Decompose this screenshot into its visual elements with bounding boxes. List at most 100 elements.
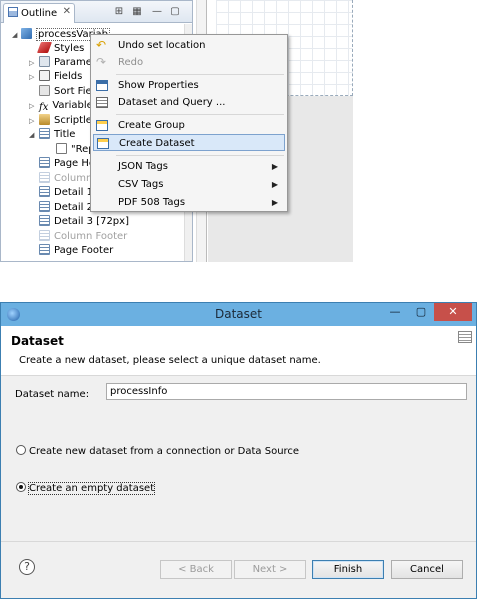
tree-item-parameters[interactable]: ▷ Paramet xyxy=(29,56,96,70)
outline-icon xyxy=(8,7,18,17)
tree-item-label: Variable xyxy=(52,100,93,111)
band-icon xyxy=(39,215,50,226)
dialog-header: Dataset Create a new dataset, please sel… xyxy=(1,326,476,376)
tree-item-column-footer[interactable]: Column Footer xyxy=(39,230,127,244)
view-menu-icon[interactable]: ▦ xyxy=(131,6,143,18)
close-icon[interactable]: ✕ xyxy=(63,6,71,17)
tree-item-label: Page Footer xyxy=(54,245,114,256)
tree-item-label: Detail 1 xyxy=(54,187,93,198)
radio-label: Create new dataset from a connection or … xyxy=(29,446,300,457)
tree-item-label: Styles xyxy=(54,43,85,54)
submenu-arrow-icon: ▶ xyxy=(271,180,278,189)
minimize-icon[interactable]: — xyxy=(151,6,163,18)
tree-item-detail-3[interactable]: Detail 3 [72px] xyxy=(39,215,129,229)
band-icon xyxy=(39,128,50,139)
report-icon xyxy=(21,28,32,39)
tree-item-detail-2[interactable]: Detail 2 xyxy=(39,201,93,215)
dataset-name-label: Dataset name: xyxy=(15,389,90,400)
menu-item-create-dataset[interactable]: Create Dataset xyxy=(93,134,285,151)
dialog-footer: ? < Back Next > Finish Cancel xyxy=(1,541,476,598)
menu-item-show-properties[interactable]: Show Properties xyxy=(93,77,285,94)
menu-separator xyxy=(116,74,284,75)
tree-item-column-header[interactable]: Column xyxy=(39,172,92,186)
menu-item-undo[interactable]: ↶ Undo set location xyxy=(93,37,285,54)
collapse-twisty-icon[interactable]: ◢ xyxy=(12,28,17,42)
dataset-query-icon xyxy=(96,97,108,108)
undo-icon: ↶ xyxy=(96,38,107,52)
create-group-icon xyxy=(96,120,108,131)
tree-item-fields[interactable]: ▷ Fields xyxy=(29,70,83,84)
back-button[interactable]: < Back xyxy=(160,560,232,579)
dataset-banner-icon xyxy=(458,331,472,343)
scriptlets-icon xyxy=(39,114,50,125)
menu-item-json-tags[interactable]: JSON Tags ▶ xyxy=(93,158,285,175)
next-button[interactable]: Next > xyxy=(234,560,306,579)
menu-item-pdf-508-tags[interactable]: PDF 508 Tags ▶ xyxy=(93,194,285,211)
menu-item-label: PDF 508 Tags xyxy=(118,197,186,208)
tree-item-label: Column Footer xyxy=(54,231,128,242)
dialog-title-bar[interactable]: Dataset — ▢ ✕ xyxy=(1,303,476,326)
help-icon[interactable]: ? xyxy=(19,559,35,575)
expand-twisty-icon[interactable]: ▷ xyxy=(29,70,34,84)
cancel-button[interactable]: Cancel xyxy=(391,560,463,579)
expand-twisty-icon[interactable]: ▷ xyxy=(29,114,34,128)
close-button[interactable]: ✕ xyxy=(434,303,472,321)
outline-tab-bar: Outline ✕ ⊞ ▦ — ▢ xyxy=(1,1,192,23)
menu-item-label: JSON Tags xyxy=(118,161,168,172)
tree-item-sort-fields[interactable]: Sort Fiel xyxy=(39,85,94,99)
tree-item-styles[interactable]: Styles xyxy=(36,42,85,56)
band-icon xyxy=(39,230,50,241)
tree-item-label: Title xyxy=(54,129,76,140)
tree-toolbar-icon[interactable]: ⊞ xyxy=(113,6,125,18)
tree-item-label: Column xyxy=(54,173,93,184)
menu-item-label: Create Dataset xyxy=(119,138,195,149)
radio-label: Create an empty dataset xyxy=(27,482,156,495)
radio-empty-dataset-option[interactable]: Create an empty dataset xyxy=(16,482,156,496)
tree-item-variables[interactable]: ▷ fx Variable xyxy=(29,99,93,113)
menu-item-redo[interactable]: ↷ Redo xyxy=(93,54,285,71)
menu-item-label: Show Properties xyxy=(118,80,199,91)
tree-item-label: Fields xyxy=(54,71,83,82)
finish-button[interactable]: Finish xyxy=(312,560,384,579)
tree-item-static-text[interactable]: "Rep xyxy=(56,143,95,157)
maximize-button[interactable]: ▢ xyxy=(408,303,434,321)
styles-icon xyxy=(36,42,53,53)
expand-twisty-icon[interactable]: ▷ xyxy=(29,99,34,113)
menu-item-dataset-query[interactable]: Dataset and Query ... xyxy=(93,94,285,111)
menu-item-csv-tags[interactable]: CSV Tags ▶ xyxy=(93,176,285,193)
expand-twisty-icon[interactable]: ▷ xyxy=(29,56,34,70)
submenu-arrow-icon: ▶ xyxy=(271,162,278,171)
minimize-button[interactable]: — xyxy=(382,303,408,321)
properties-icon xyxy=(96,80,108,91)
dialog-description: Create a new dataset, please select a un… xyxy=(19,355,321,366)
menu-item-create-group[interactable]: Create Group xyxy=(93,117,285,134)
tree-item-label: Sort Fiel xyxy=(54,86,95,97)
menu-item-label: CSV Tags xyxy=(118,179,164,190)
dataset-name-input[interactable]: processInfo xyxy=(106,383,467,400)
radio-button-selected[interactable] xyxy=(16,482,26,492)
tree-item-page-footer[interactable]: Page Footer xyxy=(39,244,113,258)
tree-item-label: Page He xyxy=(54,158,96,169)
submenu-arrow-icon: ▶ xyxy=(271,198,278,207)
redo-icon: ↷ xyxy=(96,55,107,69)
sort-fields-icon xyxy=(39,85,50,96)
tree-item-detail-1[interactable]: Detail 1 xyxy=(39,186,93,200)
menu-item-label: Undo set location xyxy=(118,40,206,51)
collapse-twisty-icon[interactable]: ◢ xyxy=(29,128,34,142)
band-icon xyxy=(39,157,50,168)
tab-outline[interactable]: Outline ✕ xyxy=(3,3,75,23)
maximize-icon[interactable]: ▢ xyxy=(169,6,181,18)
radio-button[interactable] xyxy=(16,445,26,455)
radio-connection-option[interactable]: Create new dataset from a connection or … xyxy=(16,445,299,459)
menu-item-label: Create Group xyxy=(118,120,185,131)
dataset-dialog: Dataset — ▢ ✕ Dataset Create a new datas… xyxy=(0,302,477,599)
band-icon xyxy=(39,172,50,183)
tree-item-title[interactable]: ◢ Title xyxy=(29,128,76,142)
menu-separator xyxy=(116,155,284,156)
variables-icon: fx xyxy=(39,102,49,113)
context-menu: ↶ Undo set location ↷ Redo Show Properties… xyxy=(90,34,288,212)
tree-item-scriptlets[interactable]: ▷ Scriptlet xyxy=(29,114,96,128)
tree-item-page-header[interactable]: Page He xyxy=(39,157,95,171)
menu-separator xyxy=(116,114,284,115)
band-icon xyxy=(39,201,50,212)
